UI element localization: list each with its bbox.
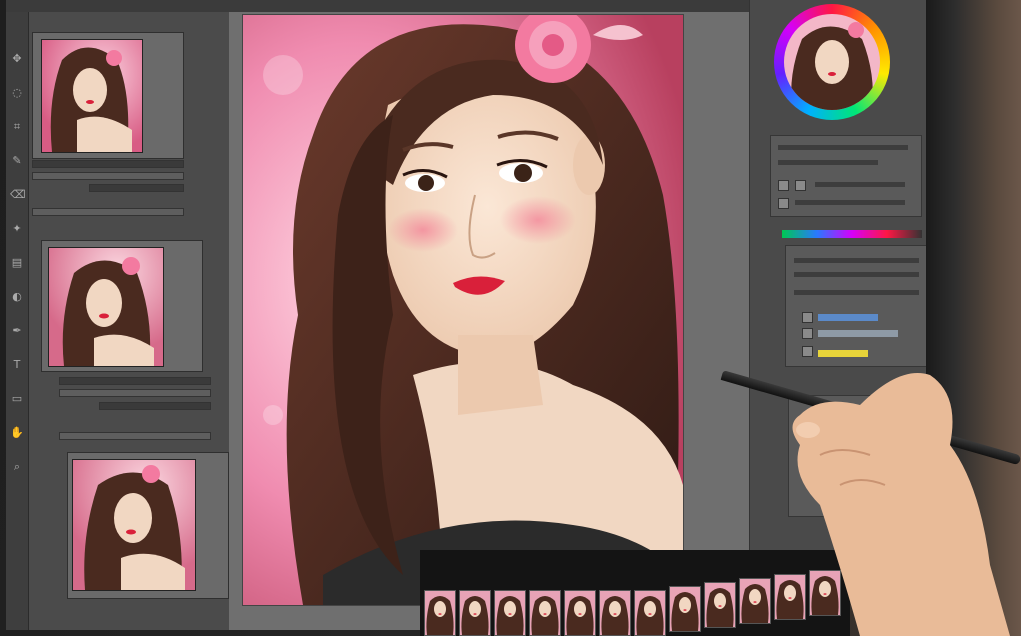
slider-track[interactable] bbox=[794, 272, 919, 277]
channel-icon[interactable] bbox=[802, 312, 813, 323]
toggle-icon[interactable] bbox=[778, 180, 789, 191]
slider-track[interactable] bbox=[815, 182, 905, 187]
filmstrip-thumbnail[interactable] bbox=[494, 590, 526, 636]
slider-track[interactable] bbox=[778, 145, 908, 150]
thumbnail-image[interactable] bbox=[48, 247, 164, 367]
filmstrip-thumbnail[interactable] bbox=[459, 590, 491, 636]
brush-icon[interactable]: ✎ bbox=[10, 154, 24, 168]
portrait-thumbnail-1 bbox=[42, 40, 142, 152]
workspace bbox=[229, 12, 749, 630]
layer-control[interactable] bbox=[59, 432, 211, 440]
portrait-thumbnail-3 bbox=[73, 460, 195, 590]
thumbnail-image[interactable] bbox=[72, 459, 196, 591]
color-wheel-preview bbox=[784, 14, 880, 110]
slider-track[interactable] bbox=[794, 258, 919, 263]
filmstrip-thumbnail[interactable] bbox=[529, 590, 561, 636]
filmstrip-thumbnail[interactable] bbox=[739, 578, 771, 624]
layer-control[interactable] bbox=[32, 172, 184, 180]
hand-holding-stylus bbox=[792, 373, 1010, 636]
layer-control[interactable] bbox=[32, 208, 184, 216]
color-wheel[interactable] bbox=[774, 4, 890, 120]
hand-icon[interactable]: ✋ bbox=[10, 426, 24, 440]
filmstrip-thumbnail[interactable] bbox=[669, 586, 701, 632]
pen-icon[interactable]: ✒ bbox=[10, 324, 24, 338]
filmstrip-thumbnail[interactable] bbox=[704, 582, 736, 628]
filmstrip-thumbnail[interactable] bbox=[564, 590, 596, 636]
thumbnail-card[interactable] bbox=[32, 32, 184, 159]
slider-track[interactable] bbox=[778, 160, 878, 165]
layer-control[interactable] bbox=[32, 160, 184, 168]
filmstrip-thumbnail[interactable] bbox=[424, 590, 456, 636]
portrait-artwork bbox=[243, 15, 683, 605]
lasso-icon[interactable]: ◌ bbox=[10, 86, 24, 100]
layer-control[interactable] bbox=[59, 377, 211, 385]
text-icon[interactable]: T bbox=[10, 358, 24, 372]
thumbnail-card[interactable] bbox=[41, 240, 203, 372]
stamp-icon[interactable]: ✦ bbox=[10, 222, 24, 236]
slider-track[interactable] bbox=[794, 290, 919, 295]
layer-control[interactable] bbox=[99, 402, 211, 410]
layer-control[interactable] bbox=[59, 389, 211, 397]
toggle-icon[interactable] bbox=[795, 180, 806, 191]
tool-strip: ✥ ◌ ⌗ ✎ ⌫ ✦ ▤ ◐ ✒ T ▭ ✋ ⌕ bbox=[6, 12, 29, 630]
thumbnail-card[interactable] bbox=[67, 452, 229, 599]
color-gradient-bar[interactable] bbox=[782, 230, 922, 238]
filmstrip-thumbnail[interactable] bbox=[599, 590, 631, 636]
shape-icon[interactable]: ▭ bbox=[10, 392, 24, 406]
portrait-thumbnail-2 bbox=[49, 248, 163, 366]
level-bar-blue[interactable] bbox=[818, 314, 878, 321]
layer-control[interactable] bbox=[89, 184, 184, 192]
eraser-icon[interactable]: ⌫ bbox=[10, 188, 26, 202]
slider-track[interactable] bbox=[795, 200, 905, 205]
canvas-image[interactable] bbox=[243, 15, 683, 605]
toggle-icon[interactable] bbox=[778, 198, 789, 209]
filmstrip-thumbnail[interactable] bbox=[634, 590, 666, 636]
gradient-icon[interactable]: ▤ bbox=[10, 256, 24, 270]
dodge-icon[interactable]: ◐ bbox=[10, 290, 24, 304]
zoom-icon[interactable]: ⌕ bbox=[10, 460, 24, 474]
layers-panel bbox=[29, 12, 229, 630]
crop-icon[interactable]: ⌗ bbox=[10, 120, 24, 134]
thumbnail-image[interactable] bbox=[41, 39, 143, 153]
move-icon[interactable]: ✥ bbox=[10, 52, 24, 66]
